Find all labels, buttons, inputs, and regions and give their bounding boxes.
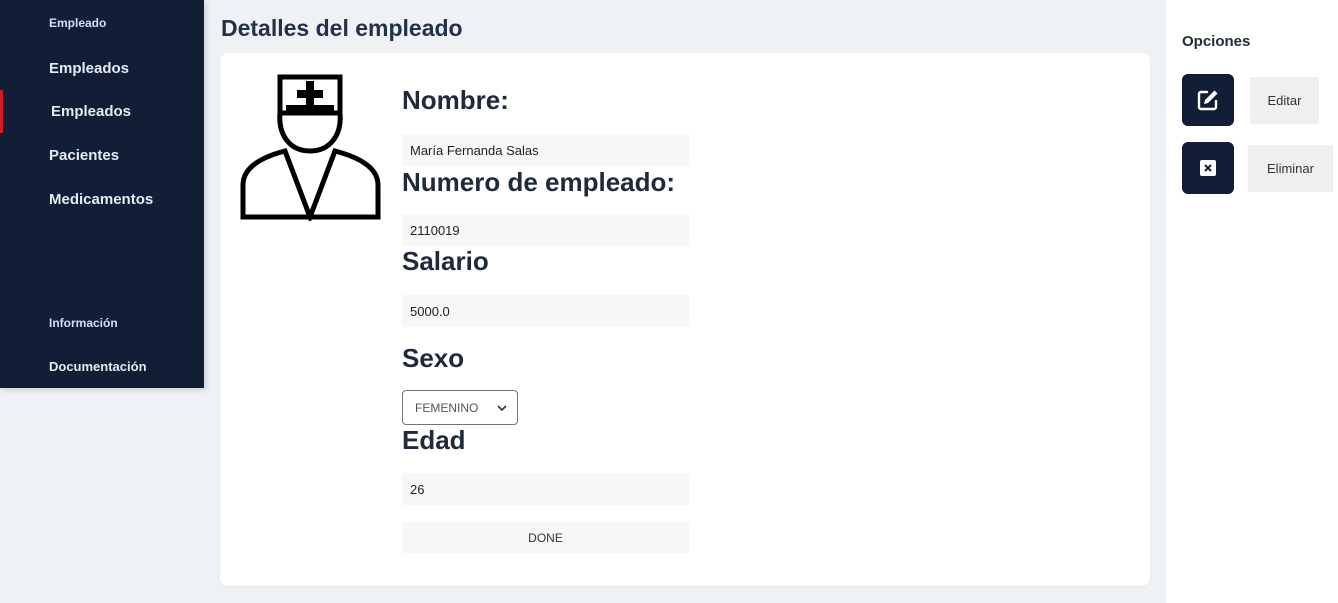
sidebar-section-informacion: Información [49,316,118,330]
options-title: Opciones [1182,33,1251,50]
employee-details-card: Nombre: María Fernanda Salas Numero de e… [220,53,1150,586]
delete-icon [1200,160,1216,176]
sidebar-item-empleados[interactable]: Empleados [49,60,129,77]
done-button[interactable]: DONE [402,522,689,553]
salario-field[interactable]: 5000.0 [402,295,689,327]
sexo-select-value: FEMENINO [415,400,479,415]
edad-label: Edad [402,425,466,455]
options-panel: Opciones Editar Eliminar [1166,0,1338,603]
edit-icon [1197,90,1218,111]
sidebar-item-medicamentos[interactable]: Medicamentos [49,191,153,208]
nombre-field[interactable]: María Fernanda Salas [402,134,689,166]
edit-button[interactable]: Editar [1250,77,1319,124]
sidebar: Empleado Empleados Empleados Pacientes M… [0,0,204,388]
page-title: Detalles del empleado [221,15,463,41]
sidebar-item-documentacion[interactable]: Documentación [49,359,147,374]
active-indicator [0,90,3,133]
nurse-avatar-icon [240,74,381,221]
delete-button[interactable]: Eliminar [1248,145,1333,192]
sidebar-item-empleados-active[interactable]: Empleados [51,103,131,120]
numero-empleado-field[interactable]: 2110019 [402,214,689,246]
sexo-label: Sexo [402,343,465,373]
nombre-label: Nombre: [402,85,509,115]
edad-field[interactable]: 26 [402,473,689,505]
numero-empleado-label: Numero de empleado: [402,167,676,197]
chevron-down-icon [497,404,507,411]
edit-icon-button[interactable] [1182,74,1234,126]
sexo-select[interactable]: FEMENINO [402,390,518,425]
sidebar-section-empleado: Empleado [49,16,107,30]
delete-icon-button[interactable] [1182,142,1234,194]
salario-label: Salario [402,246,489,276]
sidebar-item-pacientes[interactable]: Pacientes [49,147,119,164]
